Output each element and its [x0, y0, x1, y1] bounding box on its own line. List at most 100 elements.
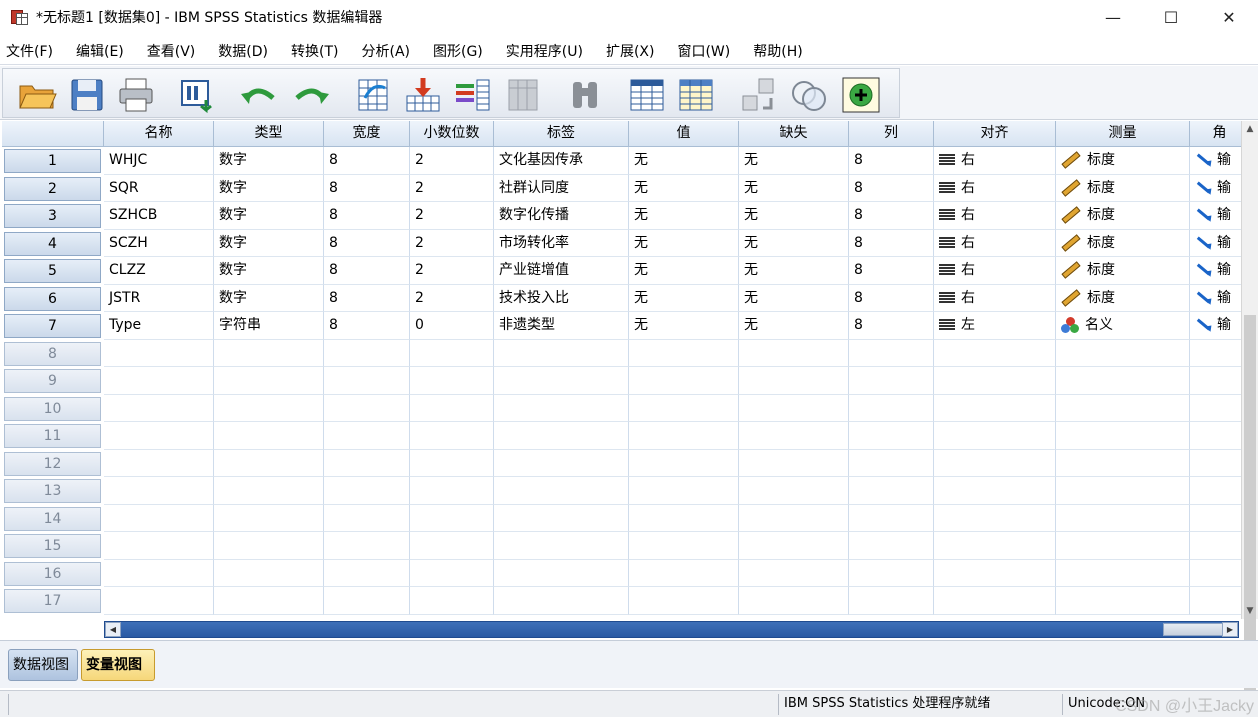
cell-role[interactable]: 输: [1190, 202, 1242, 230]
cell-decimals[interactable]: 2: [410, 147, 494, 175]
cell-decimals[interactable]: [410, 367, 494, 395]
cell-values[interactable]: 无: [629, 257, 739, 285]
column-header-name[interactable]: 名称: [104, 121, 214, 147]
cell-label[interactable]: [494, 422, 629, 450]
cell-role[interactable]: [1190, 477, 1242, 505]
cell-measure[interactable]: 标度: [1056, 284, 1190, 312]
row-number[interactable]: 4: [4, 231, 101, 256]
cell-align[interactable]: 右: [934, 202, 1056, 230]
cell-align[interactable]: [934, 422, 1056, 450]
cell-type[interactable]: [214, 422, 324, 450]
cell-columns[interactable]: 8: [849, 229, 934, 257]
cell-measure[interactable]: [1056, 504, 1190, 532]
cell-label[interactable]: [494, 339, 629, 367]
cell-decimals[interactable]: [410, 559, 494, 587]
cell-measure[interactable]: [1056, 449, 1190, 477]
cell-columns[interactable]: 8: [849, 202, 934, 230]
column-header-role[interactable]: 角: [1190, 121, 1242, 147]
cell-missing[interactable]: [739, 367, 849, 395]
cell-values[interactable]: [629, 532, 739, 560]
menu-utilities[interactable]: 实用程序(U): [506, 41, 583, 61]
cell-align[interactable]: [934, 339, 1056, 367]
cell-label[interactable]: 文化基因传承: [494, 147, 629, 175]
horizontal-scroll-thumb[interactable]: [1163, 623, 1225, 636]
cell-role[interactable]: [1190, 340, 1242, 367]
cell-label[interactable]: [494, 587, 629, 615]
cell-width[interactable]: [324, 367, 410, 395]
goto-variable-icon[interactable]: [403, 76, 443, 114]
cell-align[interactable]: 右: [934, 257, 1056, 285]
select-cases-icon[interactable]: [789, 76, 829, 114]
row-number[interactable]: 6: [4, 286, 101, 311]
cell-columns[interactable]: [849, 367, 934, 395]
cell-decimals[interactable]: 2: [410, 284, 494, 312]
cell-width[interactable]: 8: [324, 202, 410, 230]
cell-label[interactable]: 数字化传播: [494, 202, 629, 230]
cell-decimals[interactable]: 2: [410, 174, 494, 202]
cell-role[interactable]: 输: [1190, 312, 1242, 340]
cell-decimals[interactable]: 2: [410, 257, 494, 285]
cell-name[interactable]: CLZZ: [104, 257, 214, 285]
cell-missing[interactable]: 无: [739, 229, 849, 257]
cell-values[interactable]: [629, 587, 739, 615]
cell-label[interactable]: 技术投入比: [494, 284, 629, 312]
cell-values[interactable]: [629, 449, 739, 477]
column-header-label[interactable]: 标签: [494, 121, 629, 147]
cell-columns[interactable]: [849, 477, 934, 505]
cell-role[interactable]: 输: [1190, 175, 1242, 202]
minimize-button[interactable]: —: [1084, 0, 1142, 34]
cell-align[interactable]: [934, 587, 1056, 615]
undo-icon[interactable]: [239, 76, 279, 114]
cell-width[interactable]: [324, 477, 410, 505]
cell-align[interactable]: 右: [934, 174, 1056, 202]
cell-measure[interactable]: [1056, 532, 1190, 560]
cell-values[interactable]: 无: [629, 147, 739, 175]
row-number[interactable]: 5: [4, 259, 101, 283]
cell-type[interactable]: [214, 367, 324, 395]
cell-measure[interactable]: [1056, 422, 1190, 450]
cell-width[interactable]: [324, 422, 410, 450]
cell-label[interactable]: [494, 449, 629, 477]
cell-width[interactable]: [324, 532, 410, 560]
cell-decimals[interactable]: 2: [410, 202, 494, 230]
cell-decimals[interactable]: [410, 504, 494, 532]
cell-type[interactable]: 数字: [214, 174, 324, 202]
cell-name[interactable]: [104, 339, 214, 367]
row-number[interactable]: 10: [4, 396, 101, 421]
cell-missing[interactable]: [739, 477, 849, 505]
cell-decimals[interactable]: 2: [410, 229, 494, 257]
cell-type[interactable]: [214, 449, 324, 477]
cell-role[interactable]: [1190, 395, 1242, 422]
cell-measure[interactable]: 标度: [1056, 202, 1190, 230]
cell-align[interactable]: [934, 504, 1056, 532]
cell-missing[interactable]: [739, 559, 849, 587]
cell-values[interactable]: [629, 504, 739, 532]
cell-columns[interactable]: [849, 587, 934, 615]
cell-measure[interactable]: [1056, 394, 1190, 422]
column-header-decimals[interactable]: 小数位数: [410, 121, 494, 147]
row-number[interactable]: 9: [4, 369, 101, 393]
row-number[interactable]: 15: [4, 534, 101, 558]
cell-align[interactable]: [934, 449, 1056, 477]
cell-role[interactable]: [1190, 587, 1242, 615]
cell-missing[interactable]: [739, 532, 849, 560]
column-header-align[interactable]: 对齐: [934, 121, 1056, 147]
cell-role[interactable]: 输: [1190, 285, 1242, 312]
cell-type[interactable]: [214, 477, 324, 505]
row-number[interactable]: 16: [4, 561, 101, 586]
cell-missing[interactable]: 无: [739, 312, 849, 340]
cell-measure[interactable]: 标度: [1056, 147, 1190, 175]
cell-name[interactable]: WHJC: [104, 147, 214, 175]
cell-role[interactable]: [1190, 532, 1242, 560]
cell-values[interactable]: [629, 367, 739, 395]
cell-values[interactable]: [629, 477, 739, 505]
cell-values[interactable]: [629, 339, 739, 367]
cell-type[interactable]: 数字: [214, 229, 324, 257]
menu-help[interactable]: 帮助(H): [753, 41, 802, 61]
cell-label[interactable]: [494, 367, 629, 395]
open-folder-icon[interactable]: [17, 76, 57, 114]
cell-columns[interactable]: 8: [849, 284, 934, 312]
menu-window[interactable]: 窗口(W): [677, 41, 730, 61]
close-button[interactable]: ✕: [1200, 0, 1258, 34]
cell-type[interactable]: 数字: [214, 147, 324, 175]
